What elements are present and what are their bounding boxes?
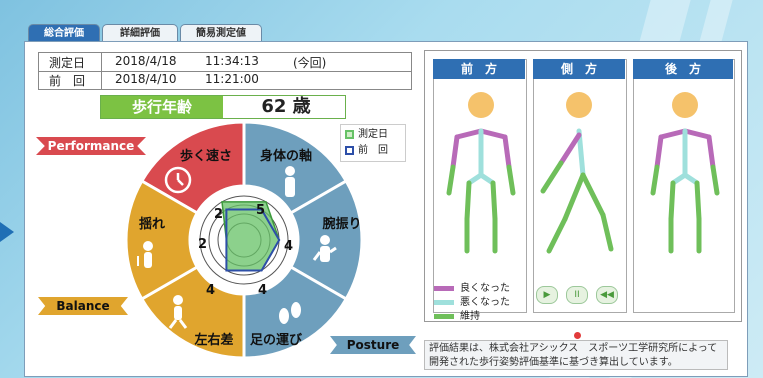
- red-marker-icon: [574, 332, 581, 339]
- score-label: 4: [284, 239, 293, 254]
- current-note: (今回): [293, 56, 327, 70]
- evaluation-wheel: 歩く速さ 身体の軸 腕振り 足の運び 左右差 揺れ 5 4 4 4 2 2: [124, 120, 364, 360]
- side-arrow-icon: [0, 222, 14, 242]
- play-button[interactable]: ▶: [536, 286, 558, 304]
- maintained-label: 維持: [460, 311, 480, 322]
- previous-time: 11:21:00: [205, 72, 259, 86]
- current-date-row: 測定日 2018/4/18 11:34:13 (今回): [39, 53, 411, 72]
- head-back-icon: [672, 92, 698, 118]
- legend-improved: 良くなった: [434, 282, 510, 295]
- back-view-heading: 後 方: [633, 59, 733, 79]
- skeleton-bones: [540, 128, 614, 254]
- score-label: 5: [256, 203, 265, 218]
- banner-balance-label: Balance: [56, 299, 110, 313]
- segment-label-foot-movement: 足の運び: [250, 333, 303, 348]
- front-view-heading: 前 方: [433, 59, 525, 79]
- side-skeleton: [540, 92, 614, 254]
- worsened-swatch: [434, 299, 454, 305]
- skeleton-bones: [446, 128, 516, 254]
- improved-label: 良くなった: [460, 283, 510, 294]
- evaluation-footnote: 評価結果は、株式会社アシックス スポーツ工学研究所によって開発された歩行姿勢評価…: [424, 340, 728, 370]
- previous-label: 前 回: [49, 74, 86, 88]
- segment-label-left-right-difference: 左右差: [194, 332, 233, 348]
- segment-label-walking-speed: 歩く速さ: [180, 148, 232, 164]
- side-view-heading: 側 方: [533, 59, 625, 79]
- walking-age-value: 62 歳: [261, 96, 311, 117]
- maintained-swatch: [434, 313, 454, 319]
- current-time: 11:34:13: [205, 54, 259, 68]
- score-label: 2: [214, 207, 223, 222]
- score-label: 4: [206, 283, 215, 298]
- divider: [101, 71, 102, 89]
- measurement-date-box: 測定日 2018/4/18 11:34:13 (今回) 前 回 2018/4/1…: [38, 52, 412, 90]
- legend-worsened: 悪くなった: [434, 296, 510, 309]
- walking-age-label: 歩行年齢: [101, 96, 223, 118]
- previous-date-row: 前 回 2018/4/10 11:21:00: [39, 71, 411, 89]
- walking-age-band: 歩行年齢 62 歳: [100, 95, 346, 119]
- segment-label-sway: 揺れ: [139, 216, 165, 232]
- banner-balance: Balance: [38, 297, 128, 315]
- skeleton-bones: [650, 128, 720, 254]
- pause-button[interactable]: II: [566, 286, 588, 304]
- divider: [101, 53, 102, 71]
- legend-maintained: 維持: [434, 310, 480, 323]
- current-label: 測定日: [49, 56, 86, 70]
- segment-label-body-axis: 身体の軸: [260, 148, 312, 164]
- front-skeleton: [446, 92, 516, 254]
- smiley-face-icon: [566, 92, 592, 118]
- score-label: 4: [258, 283, 267, 298]
- segment-label-arm-swing: 腕振り: [322, 216, 361, 232]
- previous-date: 2018/4/10: [115, 72, 177, 86]
- improved-swatch: [434, 285, 454, 291]
- rewind-button[interactable]: ◀◀: [596, 286, 618, 304]
- back-skeleton: [650, 92, 720, 254]
- person-standing-icon: [285, 166, 295, 197]
- worsened-label: 悪くなった: [460, 297, 510, 308]
- current-date: 2018/4/18: [115, 54, 177, 68]
- score-label: 2: [198, 237, 207, 252]
- smiley-face-icon: [468, 92, 494, 118]
